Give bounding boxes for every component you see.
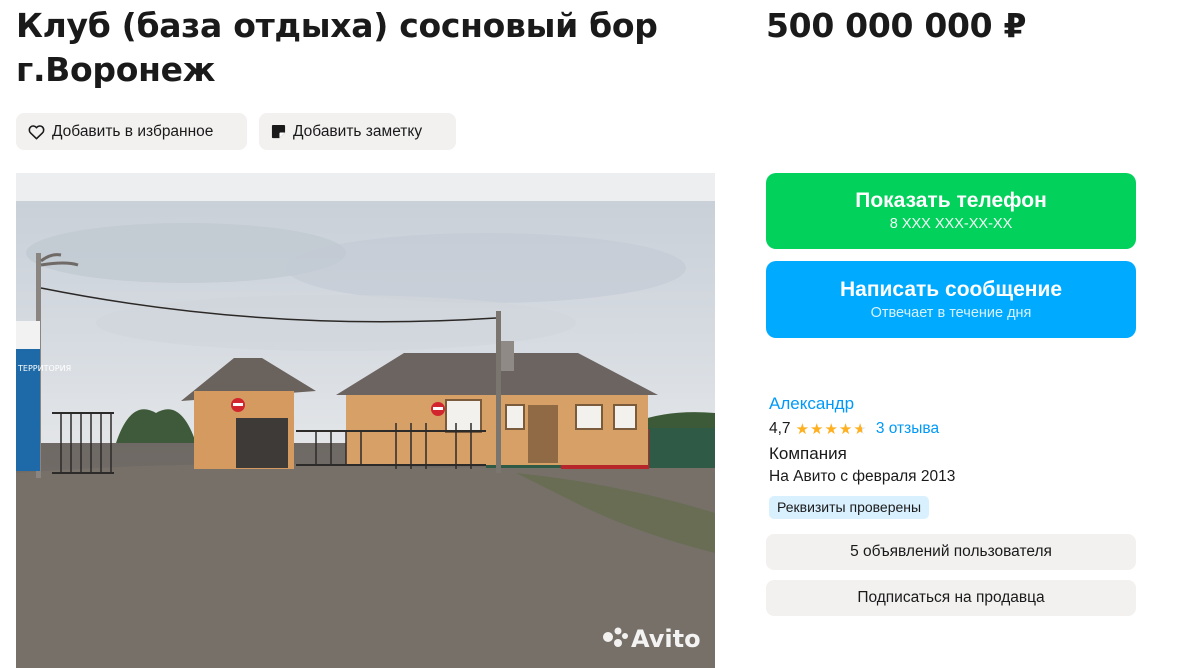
avito-watermark: Avito [631, 625, 701, 653]
rating-stars: ★ ★ ★ ★ ★ [796, 422, 867, 437]
listing-title: Клуб (база отдыха) сосновый бор г.Вороне… [16, 6, 658, 89]
half-star-icon: ★ [853, 420, 867, 438]
write-message-button[interactable]: Написать сообщение Отвечает в течение дн… [766, 261, 1136, 338]
seller-ads-button[interactable]: 5 объявлений пользователя [766, 534, 1136, 570]
note-icon [271, 124, 286, 139]
add-to-favorites-label: Добавить в избранное [52, 122, 214, 140]
listing-price: 500 000 000 ₽ [766, 6, 1027, 45]
add-note-button[interactable]: Добавить заметку [259, 113, 456, 150]
response-time-note: Отвечает в течение дня [870, 304, 1032, 321]
photo-sign-text: ТЕРРИТОРИЯ [17, 364, 71, 373]
star-icon: ★ [795, 420, 810, 438]
show-phone-button[interactable]: Показать телефон 8 XXX XXX-XX-XX [766, 173, 1136, 249]
star-icon: ★ [824, 420, 838, 438]
star-icon: ★ [810, 420, 824, 438]
add-to-favorites-button[interactable]: Добавить в избранное [16, 113, 247, 150]
add-note-label: Добавить заметку [293, 122, 423, 140]
seller-since: На Авито с февраля 2013 [769, 468, 956, 485]
seller-type: Компания [769, 444, 847, 463]
heart-icon [28, 124, 45, 140]
seller-name-link[interactable]: Александр [769, 394, 854, 414]
rating-value: 4,7 [769, 420, 791, 437]
verified-badge: Реквизиты проверены [769, 496, 930, 519]
show-phone-label: Показать телефон [855, 189, 1047, 212]
listing-photo[interactable]: ТЕРРИТОРИЯ Avito [16, 173, 715, 668]
write-message-label: Написать сообщение [839, 277, 1063, 301]
reviews-link[interactable]: 3 отзыва [876, 420, 939, 438]
seller-rating-row: 4,7 ★ ★ ★ ★ ★ 3 отзыва [769, 420, 939, 438]
masked-phone-number: 8 XXX XXX-XX-XX [889, 216, 1013, 232]
subscribe-seller-button[interactable]: Подписаться на продавца [766, 580, 1136, 616]
star-icon: ★ [838, 420, 853, 438]
